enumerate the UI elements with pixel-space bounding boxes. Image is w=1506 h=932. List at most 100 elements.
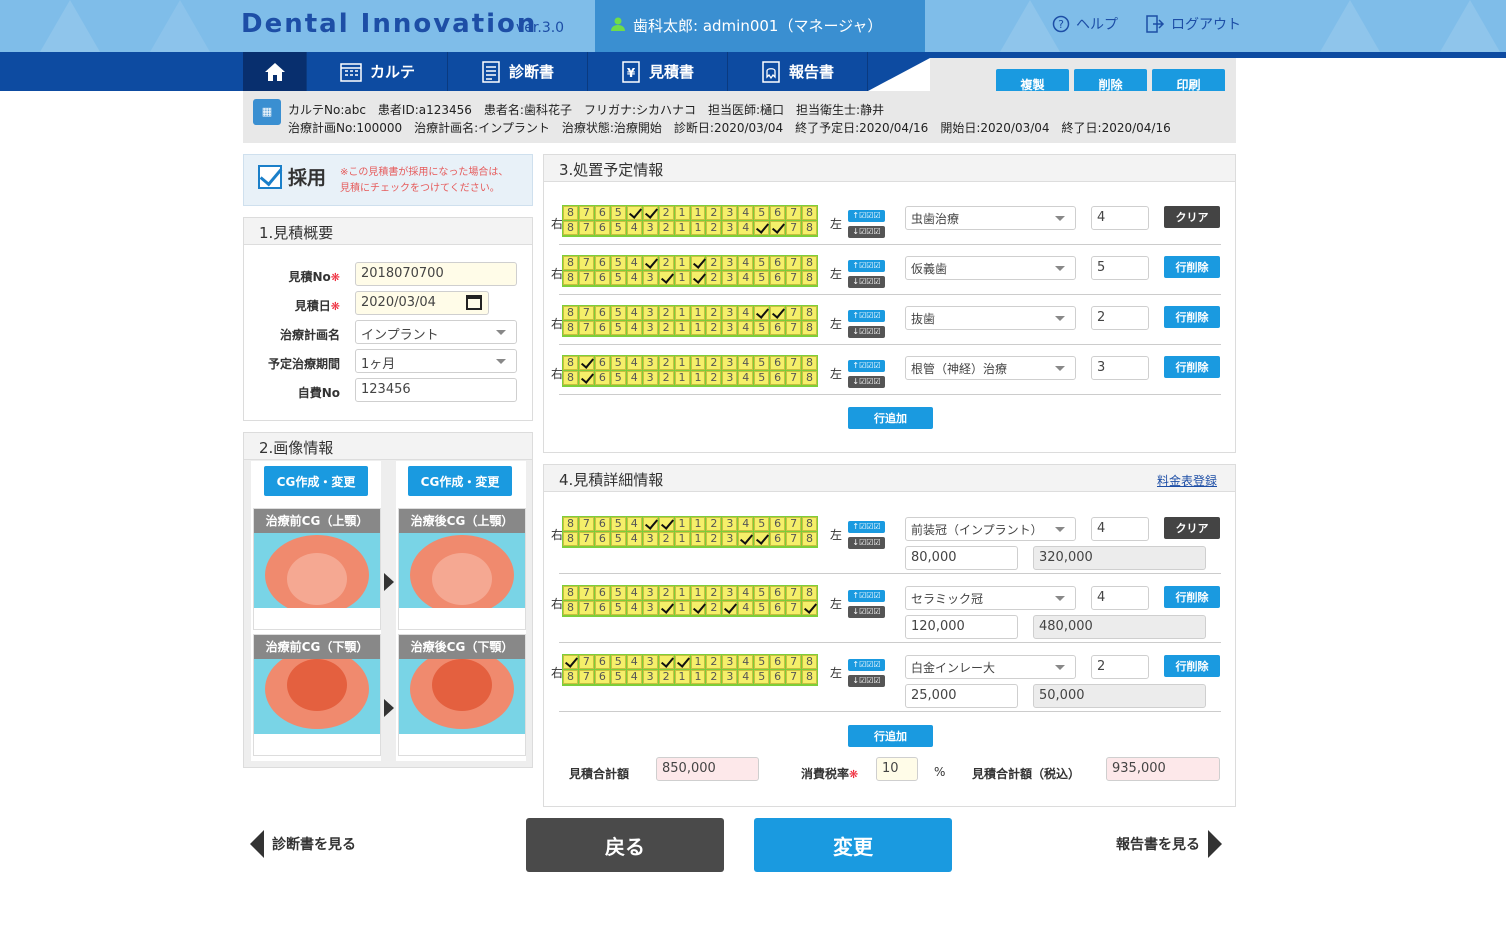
tooth-cell[interactable]: 4: [738, 371, 754, 385]
delete-row-button[interactable]: 行削除: [1164, 655, 1220, 677]
tooth-cell[interactable]: 2: [658, 321, 674, 335]
tooth-cell[interactable]: 7: [786, 517, 802, 531]
tooth-cell[interactable]: 8: [802, 271, 817, 285]
tooth-cell[interactable]: 7: [786, 356, 802, 370]
tooth-cell[interactable]: 1: [674, 532, 690, 546]
upper-select-button[interactable]: ↑☑☑☑: [848, 310, 885, 322]
tooth-cell[interactable]: 7: [786, 271, 802, 285]
tooth-cell[interactable]: [754, 532, 770, 546]
tooth-cell[interactable]: 1: [674, 221, 690, 235]
view-report-link[interactable]: 報告書を見る: [1116, 830, 1222, 858]
tooth-cell[interactable]: 6: [594, 670, 610, 684]
lower-select-button[interactable]: ↓☑☑☑: [848, 226, 885, 238]
tooth-cell[interactable]: 1: [690, 371, 706, 385]
tooth-cell[interactable]: 6: [594, 206, 610, 220]
tooth-cell[interactable]: [658, 601, 674, 615]
tooth-cell[interactable]: 5: [754, 586, 770, 600]
tooth-cell[interactable]: 4: [626, 356, 642, 370]
tooth-cell[interactable]: 5: [610, 586, 626, 600]
tooth-cell[interactable]: 1: [674, 586, 690, 600]
tooth-cell[interactable]: 1: [674, 256, 690, 270]
tooth-cell[interactable]: 6: [770, 655, 786, 669]
tooth-cell[interactable]: 4: [738, 655, 754, 669]
tooth-cell[interactable]: 1: [690, 517, 706, 531]
quantity-field[interactable]: 2: [1091, 306, 1149, 330]
tooth-cell[interactable]: 7: [786, 221, 802, 235]
delete-row-button[interactable]: 行削除: [1164, 356, 1220, 378]
upper-select-button[interactable]: ↑☑☑☑: [848, 210, 885, 222]
upper-select-button[interactable]: ↑☑☑☑: [848, 659, 885, 671]
tooth-cell[interactable]: 7: [578, 601, 594, 615]
tooth-cell[interactable]: [642, 256, 658, 270]
tooth-cell[interactable]: 2: [706, 356, 722, 370]
tooth-cell[interactable]: 8: [563, 601, 578, 615]
tooth-cell[interactable]: 2: [706, 306, 722, 320]
tooth-cell[interactable]: 8: [802, 586, 817, 600]
tooth-cell[interactable]: [563, 655, 578, 669]
tooth-cell[interactable]: [626, 206, 642, 220]
tooth-cell[interactable]: 8: [802, 517, 817, 531]
tooth-cell[interactable]: 2: [706, 221, 722, 235]
tooth-cell[interactable]: [642, 517, 658, 531]
tooth-cell[interactable]: 1: [690, 221, 706, 235]
tooth-cell[interactable]: 6: [770, 356, 786, 370]
tooth-cell[interactable]: 6: [594, 371, 610, 385]
tooth-cell[interactable]: 7: [786, 655, 802, 669]
tooth-cell[interactable]: [754, 221, 770, 235]
tooth-cell[interactable]: 1: [690, 321, 706, 335]
tooth-cell[interactable]: 4: [738, 306, 754, 320]
tooth-cell[interactable]: 6: [594, 271, 610, 285]
back-button[interactable]: 戻る: [526, 818, 724, 872]
tooth-cell[interactable]: 5: [754, 655, 770, 669]
tooth-cell[interactable]: 4: [626, 221, 642, 235]
tooth-cell[interactable]: 1: [690, 532, 706, 546]
tooth-cell[interactable]: [690, 271, 706, 285]
tooth-cell[interactable]: 3: [642, 601, 658, 615]
quantity-field[interactable]: 4: [1091, 586, 1149, 610]
tooth-cell[interactable]: [690, 256, 706, 270]
tooth-cell[interactable]: 4: [738, 321, 754, 335]
tooth-cell[interactable]: 4: [738, 601, 754, 615]
tooth-cell[interactable]: 2: [706, 371, 722, 385]
tooth-cell[interactable]: 2: [658, 532, 674, 546]
item-select[interactable]: 白金インレー大: [905, 655, 1076, 679]
tooth-cell[interactable]: 6: [770, 371, 786, 385]
tooth-cell[interactable]: 8: [563, 670, 578, 684]
adoption-checkbox[interactable]: [258, 165, 282, 189]
self-pay-no-field[interactable]: 123456: [355, 378, 517, 402]
tooth-cell[interactable]: 3: [722, 356, 738, 370]
tooth-cell[interactable]: 2: [658, 221, 674, 235]
tooth-cell[interactable]: 2: [706, 655, 722, 669]
tooth-cell[interactable]: 7: [786, 586, 802, 600]
tooth-cell[interactable]: 8: [802, 321, 817, 335]
tooth-cell[interactable]: [754, 306, 770, 320]
tooth-cell[interactable]: 7: [786, 532, 802, 546]
tooth-cell[interactable]: 3: [642, 371, 658, 385]
tooth-cell[interactable]: [658, 517, 674, 531]
tooth-cell[interactable]: 6: [770, 206, 786, 220]
tooth-cell[interactable]: 5: [610, 306, 626, 320]
item-select[interactable]: 前装冠（インプラント）: [905, 517, 1076, 541]
tooth-cell[interactable]: 6: [770, 670, 786, 684]
lower-select-button[interactable]: ↓☑☑☑: [848, 606, 885, 618]
tooth-cell[interactable]: 8: [563, 356, 578, 370]
tooth-cell[interactable]: 4: [738, 221, 754, 235]
tooth-cell[interactable]: 7: [578, 517, 594, 531]
total-field[interactable]: 935,000: [1106, 757, 1220, 781]
tax-rate-field[interactable]: 10: [876, 757, 918, 781]
cg-create-before-button[interactable]: CG作成・変更: [264, 466, 368, 496]
tooth-cell[interactable]: 4: [626, 532, 642, 546]
lower-select-button[interactable]: ↓☑☑☑: [848, 376, 885, 388]
tooth-cell[interactable]: 5: [610, 321, 626, 335]
tooth-cell[interactable]: 2: [706, 206, 722, 220]
tooth-cell[interactable]: 4: [738, 256, 754, 270]
tooth-cell[interactable]: 5: [754, 321, 770, 335]
tooth-cell[interactable]: 5: [754, 271, 770, 285]
tooth-cell[interactable]: 3: [722, 306, 738, 320]
tooth-cell[interactable]: 3: [722, 655, 738, 669]
tooth-cell[interactable]: 7: [578, 221, 594, 235]
tooth-cell[interactable]: 5: [610, 356, 626, 370]
tooth-cell[interactable]: 1: [674, 321, 690, 335]
tooth-cell[interactable]: 6: [594, 601, 610, 615]
tooth-cell[interactable]: 1: [690, 206, 706, 220]
